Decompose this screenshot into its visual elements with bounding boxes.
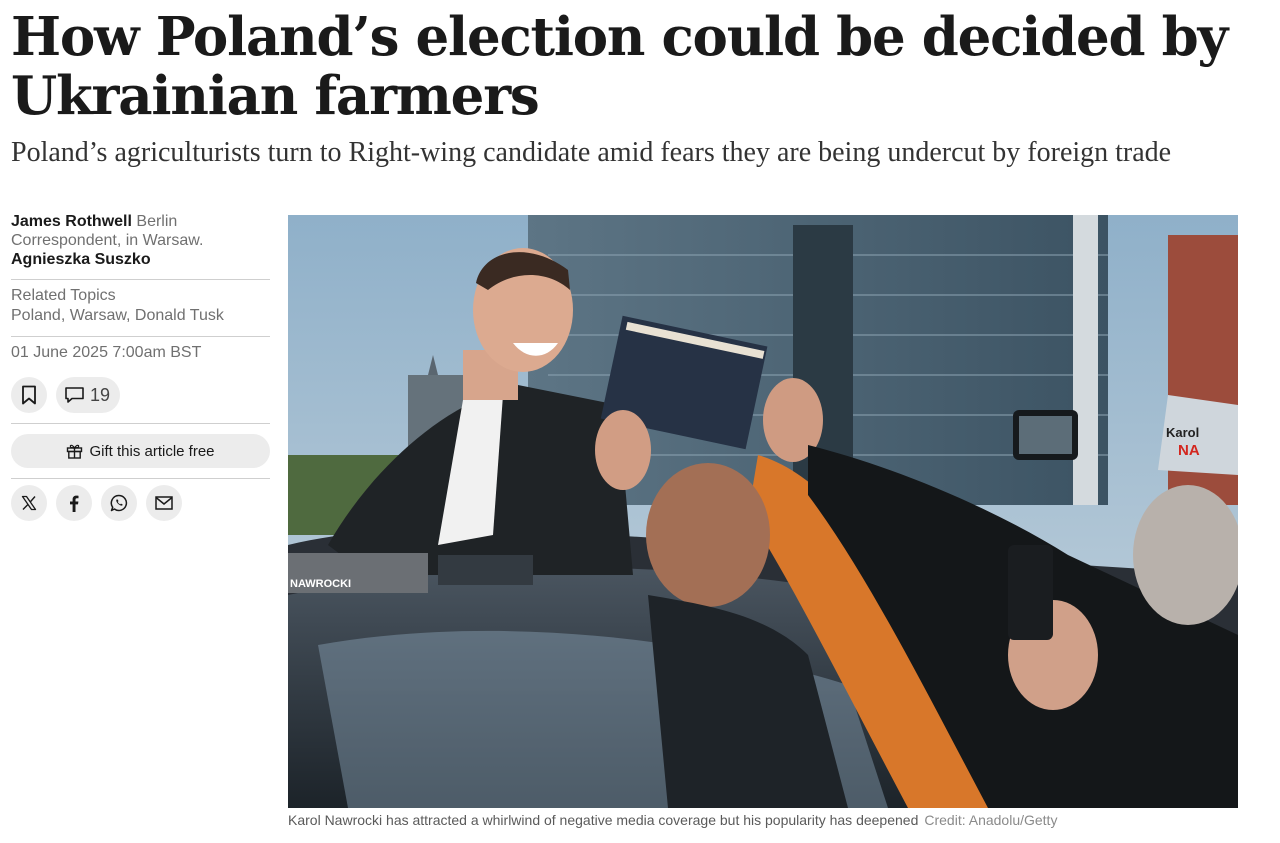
comments-count: 19 — [90, 384, 111, 405]
author-name[interactable]: Agnieszka Suszko — [11, 251, 151, 268]
comments-button[interactable]: 19 — [56, 377, 121, 413]
x-icon — [21, 495, 37, 511]
poster-text: NAWROCKI — [290, 578, 351, 590]
article-actions: 19 — [11, 363, 270, 423]
gift-section: Gift this article free — [11, 424, 270, 478]
author-name[interactable]: James Rothwell — [11, 213, 132, 230]
whatsapp-icon — [110, 494, 128, 512]
image-credit: Credit: Anadolu/Getty — [924, 812, 1058, 828]
bookmark-button[interactable] — [11, 377, 47, 413]
article-headline: How Poland’s election could be decided b… — [11, 6, 1228, 127]
byline: James Rothwell Berlin Correspondent, in … — [11, 212, 270, 279]
publish-date: 01 June 2025 7:00am BST — [11, 344, 202, 361]
related-topics-links[interactable]: Poland, Warsaw, Donald Tusk — [11, 306, 270, 326]
caption-text: Karol Nawrocki has attracted a whirlwind… — [288, 812, 919, 828]
lead-photo[interactable]: Karol NA NAWROCKI — [288, 215, 1238, 808]
gift-article-button[interactable]: Gift this article free — [11, 434, 270, 468]
article-standfirst: Poland’s agriculturists turn to Right-wi… — [11, 137, 1172, 168]
email-icon — [155, 496, 173, 510]
gift-article-label: Gift this article free — [89, 442, 215, 460]
related-topics: Related Topics Poland, Warsaw, Donald Tu… — [11, 280, 270, 336]
image-caption: Karol Nawrocki has attracted a whirlwind… — [288, 811, 1238, 829]
share-x-button[interactable] — [11, 485, 47, 521]
facebook-icon — [70, 495, 79, 512]
share-facebook-button[interactable] — [56, 485, 92, 521]
article-figure: Karol NA NAWROCKI Karol Nawrocki has att… — [288, 215, 1238, 829]
share-bar — [11, 479, 270, 521]
share-whatsapp-button[interactable] — [101, 485, 137, 521]
share-email-button[interactable] — [146, 485, 182, 521]
poster-text: NA — [1178, 442, 1200, 459]
related-topics-label: Related Topics — [11, 287, 116, 304]
poster-text: Karol — [1166, 425, 1199, 440]
gift-icon — [67, 444, 83, 459]
article-sidebar: James Rothwell Berlin Correspondent, in … — [11, 212, 270, 521]
speech-bubble-icon — [65, 387, 84, 403]
bookmark-icon — [22, 385, 36, 405]
